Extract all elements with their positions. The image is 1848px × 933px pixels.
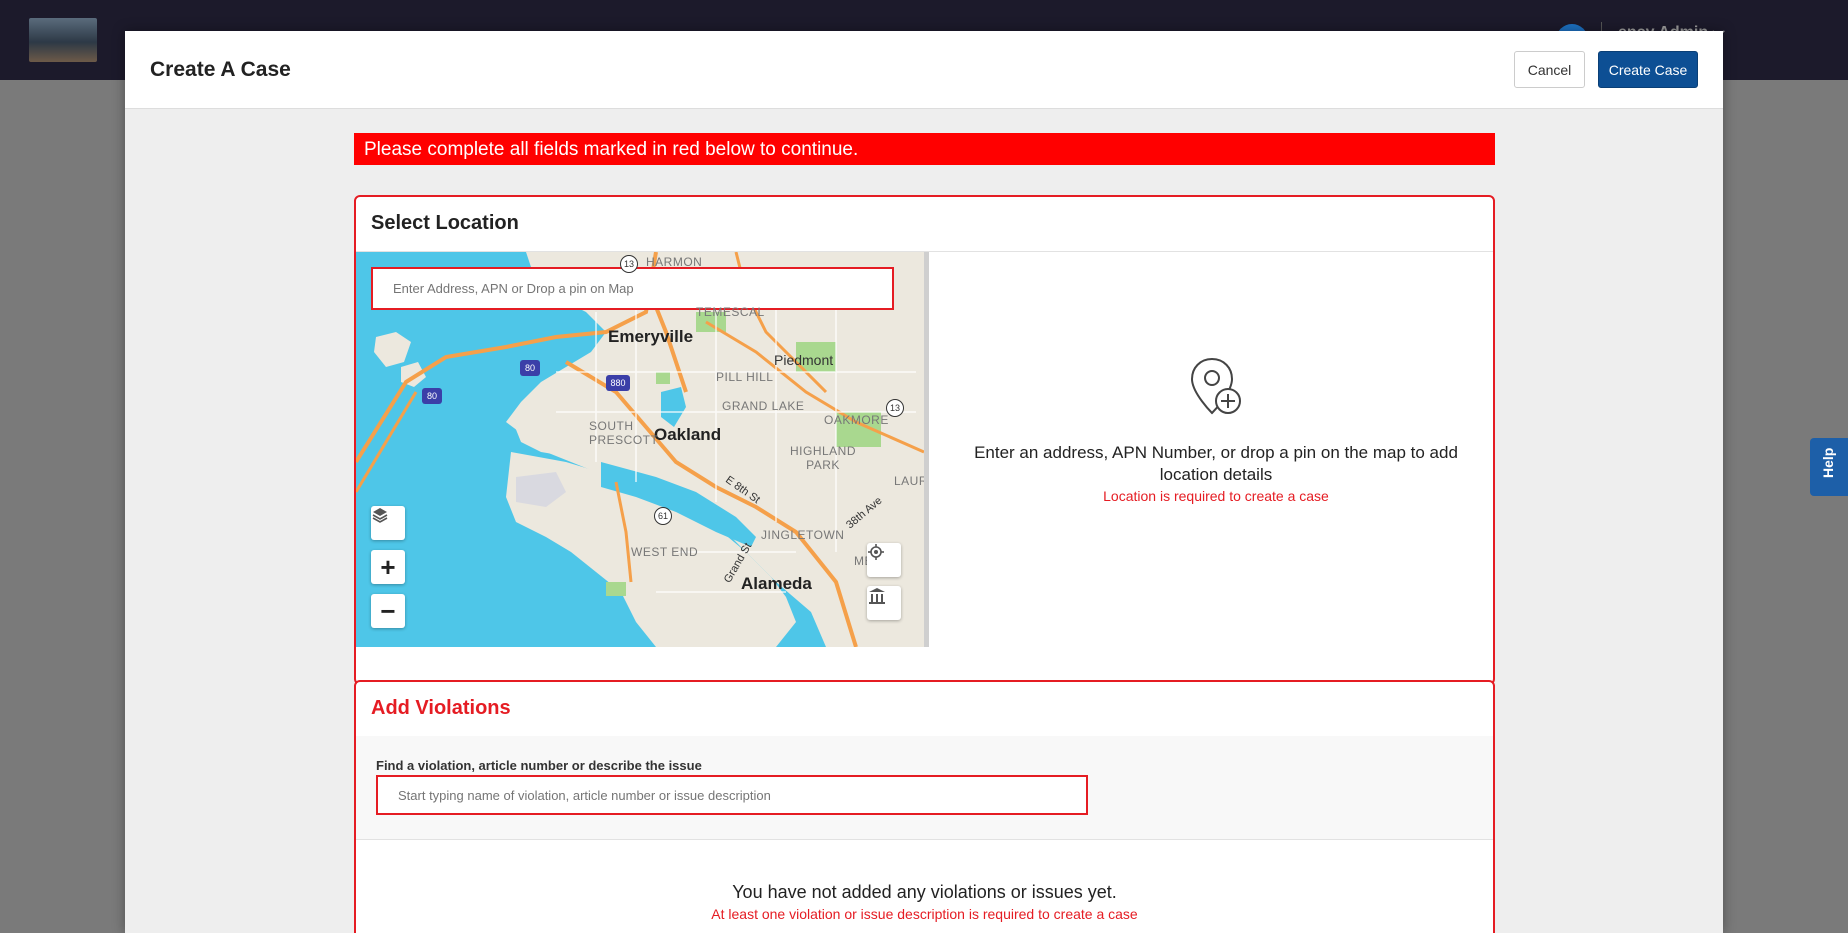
locate-me-button[interactable] bbox=[867, 543, 901, 577]
map-label-alameda: Alameda bbox=[741, 574, 812, 593]
route-shield-61: 61 bbox=[654, 507, 672, 525]
government-building-icon bbox=[869, 588, 885, 604]
cancel-button[interactable]: Cancel bbox=[1514, 51, 1585, 88]
map-label-grand-lake: GRAND LAKE bbox=[722, 399, 805, 413]
modal-title: Create A Case bbox=[150, 58, 291, 81]
layers-button[interactable] bbox=[371, 506, 405, 540]
violation-search-input[interactable] bbox=[376, 775, 1088, 815]
location-empty-state: Enter an address, APN Number, or drop a … bbox=[936, 252, 1493, 647]
violations-required-message: At least one violation or issue descript… bbox=[711, 906, 1138, 922]
select-location-title: Select Location bbox=[371, 212, 519, 234]
map-label-piedmont: Piedmont bbox=[774, 352, 834, 368]
route-shield-13: 13 bbox=[886, 399, 904, 417]
map-label-highland-park: HIGHLAND PARK bbox=[790, 444, 857, 472]
create-case-button[interactable]: Create Case bbox=[1598, 51, 1698, 88]
highway-shield-80: 80 bbox=[520, 360, 540, 376]
add-violations-title: Add Violations bbox=[371, 697, 511, 719]
map-divider bbox=[924, 252, 929, 647]
crosshair-icon bbox=[868, 544, 884, 560]
map-label-pill-hill: PILL HILL bbox=[716, 370, 774, 384]
add-location-pin-icon bbox=[1190, 357, 1241, 415]
map-label-jingletown: JINGLETOWN bbox=[761, 528, 845, 542]
app-logo[interactable] bbox=[29, 18, 97, 62]
modal-header: Create A Case Cancel Create Case bbox=[125, 31, 1723, 109]
minus-icon: − bbox=[380, 595, 396, 626]
zoom-out-button[interactable]: − bbox=[371, 594, 405, 628]
location-required-message: Location is required to create a case bbox=[1103, 488, 1329, 504]
map-label-south-prescott: SOUTH PRESCOTT bbox=[589, 419, 659, 447]
route-shield-13: 13 bbox=[620, 255, 638, 273]
violation-search-area: Find a violation, article number or desc… bbox=[356, 736, 1493, 840]
violations-empty-message: You have not added any violations or iss… bbox=[732, 882, 1117, 902]
parcel-button[interactable] bbox=[867, 586, 901, 620]
location-empty-message: Enter an address, APN Number, or drop a … bbox=[974, 443, 1458, 484]
map[interactable]: Emeryville Piedmont Oakland Alameda TEME… bbox=[356, 252, 924, 647]
highway-shield-880: 880 bbox=[606, 375, 630, 391]
zoom-in-button[interactable]: + bbox=[371, 550, 405, 584]
create-case-modal: Create A Case Cancel Create Case Please … bbox=[125, 31, 1723, 933]
highway-shield-80: 80 bbox=[422, 388, 442, 404]
map-label-oakland: Oakland bbox=[654, 425, 722, 444]
violation-search-label: Find a violation, article number or desc… bbox=[376, 758, 702, 773]
map-label-emeryville: Emeryville bbox=[608, 327, 694, 346]
map-label-oakmore: OAKMORE bbox=[824, 413, 889, 427]
location-search-input[interactable] bbox=[371, 267, 894, 310]
map-label-west-end: WEST END bbox=[631, 545, 699, 559]
help-label: Help bbox=[1820, 447, 1836, 478]
help-tab[interactable]: Help bbox=[1810, 438, 1848, 496]
map-label-temescal: TEMESCAL bbox=[696, 305, 765, 319]
add-violations-card: Add Violations Find a violation, article… bbox=[354, 680, 1495, 933]
map-label-laurel: LAURE bbox=[894, 474, 924, 488]
select-location-card: Select Location Enter Address, APN or Dr… bbox=[354, 195, 1495, 685]
error-banner: Please complete all fields marked in red… bbox=[354, 133, 1495, 165]
map-label-harmon: HARMON bbox=[646, 255, 703, 269]
layers-icon bbox=[372, 508, 388, 523]
plus-icon: + bbox=[380, 551, 396, 582]
